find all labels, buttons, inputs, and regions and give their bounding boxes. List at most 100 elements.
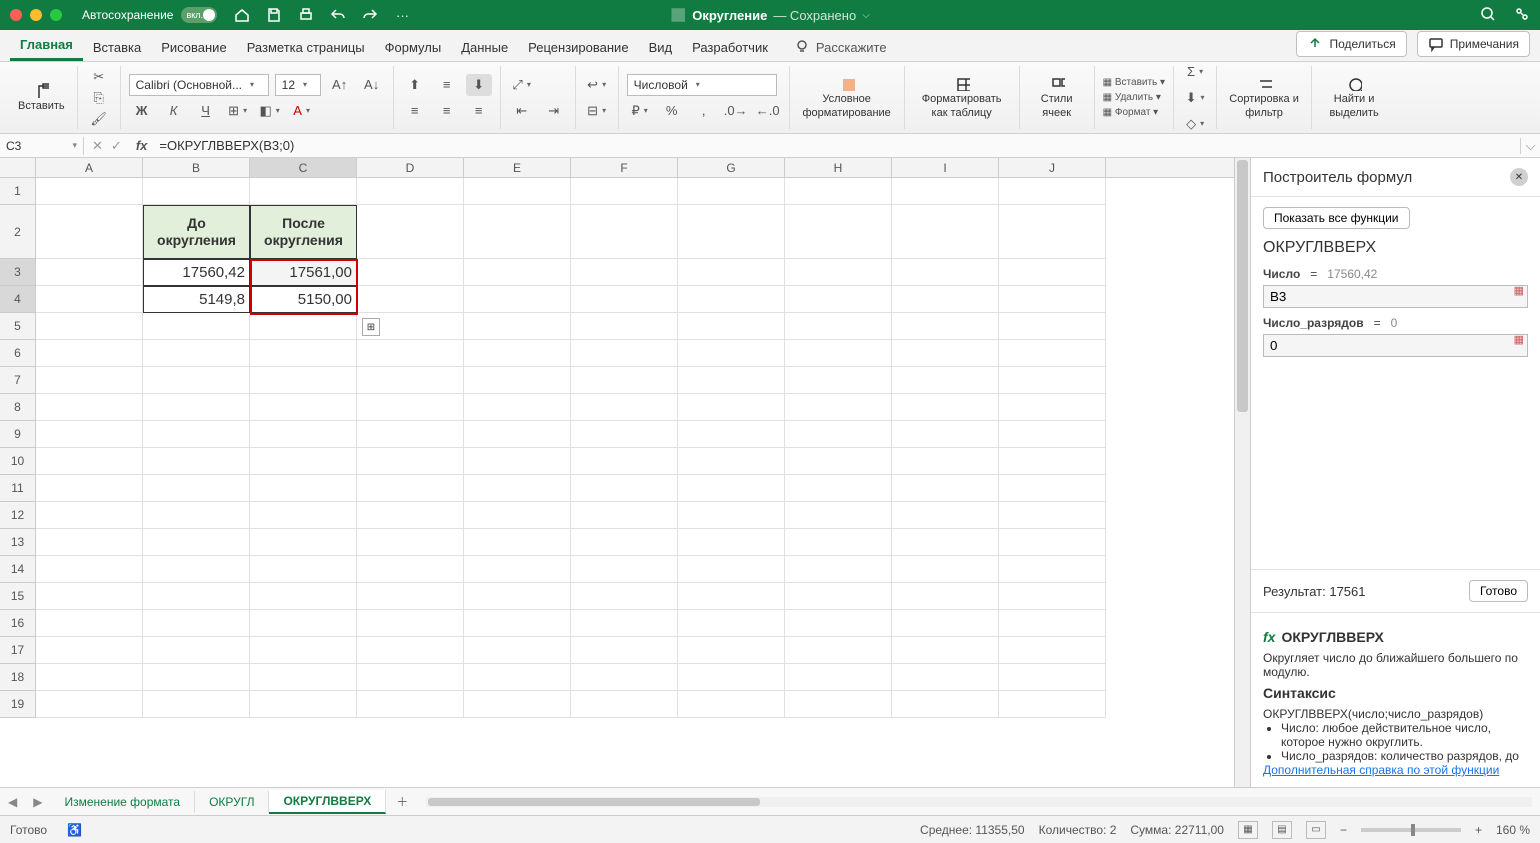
font-selector[interactable]: Calibri (Основной... [129,74,269,96]
row-9[interactable]: 9 [0,421,36,448]
expand-formula-icon[interactable]: ⌵ [1520,138,1540,154]
col-j[interactable]: J [999,158,1106,177]
font-size-selector[interactable]: 12 [275,74,321,96]
align-right-icon[interactable]: ≡ [466,100,492,122]
font-color-button[interactable]: A [289,100,315,122]
cell-c3[interactable]: 17561,00 [250,259,357,286]
row-7[interactable]: 7 [0,367,36,394]
format-cells-button[interactable]: ▦ Формат ▾ [1103,107,1159,118]
row-10[interactable]: 10 [0,448,36,475]
col-c[interactable]: C [250,158,357,177]
increase-decimal-icon[interactable]: .0→ [723,100,749,122]
row-5[interactable]: 5 [0,313,36,340]
paste-button[interactable]: Вставить [14,80,69,115]
cell-c4[interactable]: 5150,00 [250,286,357,313]
autosum-icon[interactable]: Σ [1182,61,1208,83]
conditional-format-button[interactable]: Условное форматирование [798,73,896,121]
row-2[interactable]: 2 [0,205,36,259]
increase-indent-icon[interactable]: ⇥ [541,100,567,122]
row-3[interactable]: 3 [0,259,36,286]
tab-formulas[interactable]: Формулы [375,34,452,61]
select-all-corner[interactable] [0,158,36,177]
percent-icon[interactable]: % [659,100,685,122]
comma-icon[interactable]: , [691,100,717,122]
collab-icon[interactable] [1514,6,1530,25]
share-button[interactable]: Поделиться [1296,31,1406,57]
decrease-indent-icon[interactable]: ⇤ [509,100,535,122]
tab-view[interactable]: Вид [639,34,683,61]
col-e[interactable]: E [464,158,571,177]
prev-sheet-icon[interactable]: ◀ [0,795,25,809]
arg1-input[interactable] [1263,285,1528,308]
accessibility-icon[interactable]: ♿ [67,823,82,837]
col-b[interactable]: B [143,158,250,177]
more-help-link[interactable]: Дополнительная справка по этой функции [1263,763,1499,777]
close-panel-icon[interactable]: ✕ [1510,168,1528,186]
row-4[interactable]: 4 [0,286,36,313]
tell-me[interactable]: Расскажите [788,33,893,61]
sheet-tab-2[interactable]: ОКРУГЛ [195,791,269,813]
name-box[interactable]: C3▾ [0,137,84,155]
search-icon[interactable] [1480,6,1496,25]
zoom-out-icon[interactable]: − [1340,823,1347,837]
cell-b2[interactable]: До округления [143,205,250,259]
cancel-icon[interactable]: ✕ [92,138,103,154]
copy-icon[interactable]: ⎘ [86,89,112,106]
delete-cells-button[interactable]: ▦ Удалить ▾ [1103,92,1161,103]
decrease-decimal-icon[interactable]: ←.0 [755,100,781,122]
align-left-icon[interactable]: ≡ [402,100,428,122]
spreadsheet[interactable]: A B C D E F G H I J 1 2 До округления По… [0,158,1234,787]
home-icon[interactable] [233,6,251,24]
row-17[interactable]: 17 [0,637,36,664]
sort-filter-button[interactable]: Сортировка и фильтр [1225,73,1303,121]
col-i[interactable]: I [892,158,999,177]
italic-button[interactable]: К [161,100,187,122]
done-button[interactable]: Готово [1469,580,1528,602]
increase-font-icon[interactable]: A↑ [327,74,353,96]
find-select-button[interactable]: Найти и выделить [1320,73,1388,121]
normal-view-icon[interactable]: ▦ [1238,821,1258,839]
zoom-level[interactable]: 160 % [1496,823,1530,837]
col-h[interactable]: H [785,158,892,177]
vertical-scrollbar[interactable] [1234,158,1250,787]
row-18[interactable]: 18 [0,664,36,691]
insert-cells-button[interactable]: ▦ Вставить ▾ [1103,77,1165,88]
sheet-tab-3[interactable]: ОКРУГЛВВЕРХ [269,790,386,814]
orientation-icon[interactable]: ⤢ [509,74,535,96]
minimize-window[interactable] [30,9,42,21]
align-middle-icon[interactable]: ≡ [434,74,460,96]
col-g[interactable]: G [678,158,785,177]
fill-color-button[interactable]: ◧ [257,100,283,122]
save-icon[interactable] [265,6,283,24]
cell-b4[interactable]: 5149,8 [143,286,250,313]
chevron-down-icon[interactable]: ⌵ [862,10,870,21]
comments-button[interactable]: Примечания [1417,31,1530,57]
autofill-options-icon[interactable]: ⊞ [362,318,380,336]
format-painter-icon[interactable]: 🖌 [86,110,112,127]
border-button[interactable]: ⊞ [225,100,251,122]
redo-icon[interactable] [361,6,379,24]
clear-icon[interactable]: ◇ [1182,113,1208,135]
wrap-text-icon[interactable]: ↩ [584,74,610,96]
row-8[interactable]: 8 [0,394,36,421]
show-all-functions-button[interactable]: Показать все функции [1263,207,1410,229]
zoom-in-icon[interactable]: + [1475,823,1482,837]
tab-home[interactable]: Главная [10,31,83,61]
tab-draw[interactable]: Рисование [151,34,236,61]
underline-button[interactable]: Ч [193,100,219,122]
cell-c2[interactable]: После округления [250,205,357,259]
print-icon[interactable] [297,6,315,24]
page-layout-icon[interactable]: ▤ [1272,821,1292,839]
currency-icon[interactable]: ₽ [627,100,653,122]
fx-icon[interactable]: fx [130,138,154,153]
row-14[interactable]: 14 [0,556,36,583]
col-d[interactable]: D [357,158,464,177]
cell-b3[interactable]: 17560,42 [143,259,250,286]
row-1[interactable]: 1 [0,178,36,205]
close-window[interactable] [10,9,22,21]
number-format-selector[interactable]: Числовой [627,74,777,96]
align-top-icon[interactable]: ⬆ [402,74,428,96]
autosave-toggle[interactable]: вкл. [181,7,217,23]
col-a[interactable]: A [36,158,143,177]
bold-button[interactable]: Ж [129,100,155,122]
